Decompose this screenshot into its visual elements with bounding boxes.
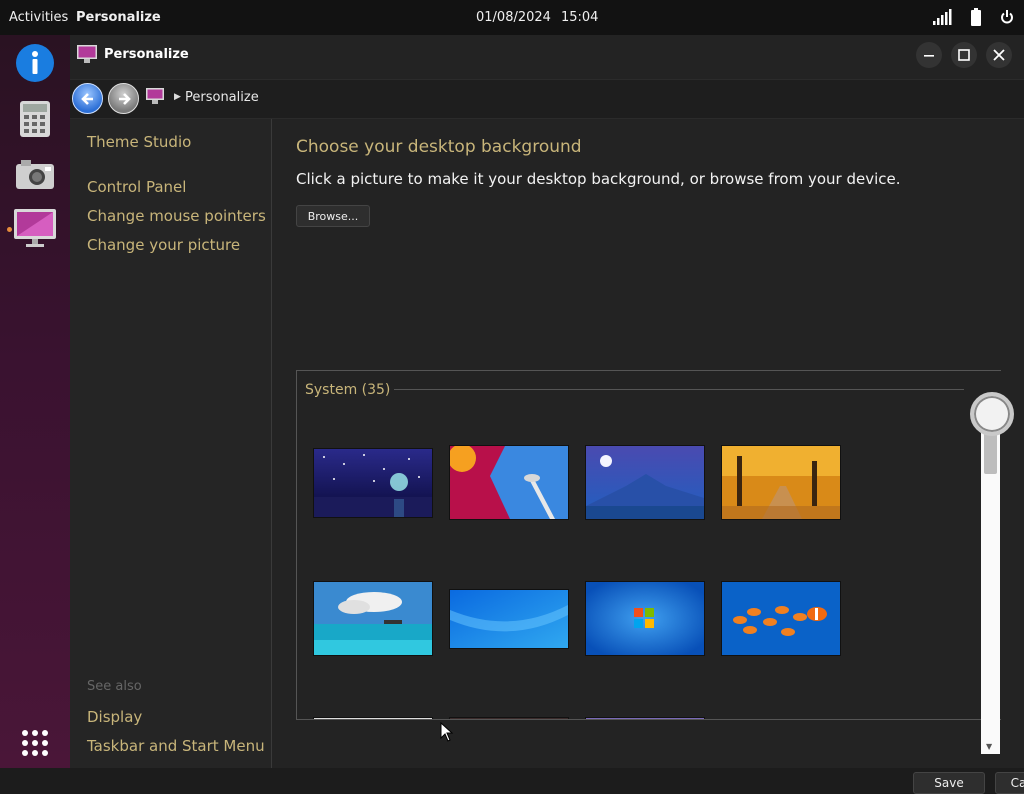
app-menu[interactable]: Personalize bbox=[76, 10, 161, 25]
theme-studio-link[interactable]: Theme Studio bbox=[87, 133, 191, 151]
minimize-button[interactable] bbox=[916, 42, 942, 68]
system-tray[interactable] bbox=[932, 8, 1014, 26]
autumn-road-wallpaper[interactable] bbox=[722, 446, 840, 519]
main-content: Choose your desktop background Click a p… bbox=[273, 119, 1024, 794]
camera-icon bbox=[16, 160, 54, 189]
info-app[interactable] bbox=[13, 41, 57, 85]
group-divider bbox=[394, 389, 964, 390]
scroll-down-icon[interactable]: ▼ bbox=[986, 742, 992, 751]
navigation-bar: ▶ Personalize bbox=[70, 79, 1024, 119]
page-title: Choose your desktop background bbox=[296, 137, 582, 157]
close-button[interactable] bbox=[986, 42, 1012, 68]
dock bbox=[0, 35, 70, 768]
personalize-app[interactable] bbox=[13, 206, 57, 250]
close-icon bbox=[993, 49, 1005, 61]
control-panel-link[interactable]: Control Panel bbox=[87, 178, 186, 196]
clock[interactable]: 01/08/2024 15:04 bbox=[476, 10, 608, 25]
info-icon bbox=[16, 44, 54, 82]
show-apps-button[interactable] bbox=[13, 721, 57, 765]
signal-icon bbox=[933, 9, 952, 25]
goldfish-wallpaper[interactable] bbox=[722, 582, 840, 655]
moon-mountain-wallpaper[interactable] bbox=[586, 446, 704, 519]
breadcrumb-arrow-icon[interactable]: ▶ bbox=[174, 92, 181, 102]
change-mouse-pointers-link[interactable]: Change mouse pointers bbox=[87, 207, 266, 225]
power-icon bbox=[1001, 10, 1013, 24]
personalize-window: Personalize ▶ Personalize Theme Studio C… bbox=[70, 35, 1024, 794]
change-picture-link[interactable]: Change your picture bbox=[87, 236, 240, 254]
date-label: 01/08/2024 bbox=[476, 10, 551, 25]
camera-app[interactable] bbox=[13, 152, 57, 196]
page-subtitle: Click a picture to make it your desktop … bbox=[296, 170, 901, 188]
personalize-icon bbox=[77, 45, 97, 63]
window-title: Personalize bbox=[104, 47, 189, 62]
activities-button[interactable]: Activities bbox=[9, 10, 68, 25]
mouse-cursor-icon bbox=[440, 722, 454, 742]
scrollbar[interactable]: ▼ bbox=[981, 408, 1000, 754]
calculator-app[interactable] bbox=[13, 97, 57, 141]
calculator-icon bbox=[20, 101, 50, 137]
group-label[interactable]: System (35) bbox=[305, 382, 390, 398]
windows-logo-wallpaper[interactable] bbox=[586, 582, 704, 655]
taskbar-start-menu-link[interactable]: Taskbar and Start Menu bbox=[87, 737, 265, 755]
personalize-icon bbox=[146, 88, 164, 104]
forward-button[interactable] bbox=[108, 83, 139, 114]
top-bar: Activities Personalize 01/08/2024 15:04 bbox=[0, 0, 1024, 35]
browse-button[interactable]: Browse... bbox=[296, 205, 370, 227]
space-needle-wallpaper[interactable] bbox=[450, 446, 568, 519]
minimize-icon bbox=[924, 55, 934, 57]
maximize-icon bbox=[958, 49, 970, 61]
personalize-icon bbox=[14, 209, 56, 247]
scroll-handle[interactable] bbox=[970, 392, 1014, 436]
blue-wave-wallpaper[interactable] bbox=[450, 590, 568, 648]
sidebar: Theme Studio Control Panel Change mouse … bbox=[70, 119, 272, 768]
display-link[interactable]: Display bbox=[87, 708, 142, 726]
wallpaper-thumbnail[interactable] bbox=[586, 718, 704, 719]
wallpaper-thumbnail[interactable] bbox=[314, 718, 432, 719]
breadcrumb[interactable]: Personalize bbox=[185, 90, 259, 105]
maximize-button[interactable] bbox=[951, 42, 977, 68]
arrow-left-icon bbox=[80, 92, 93, 105]
cancel-button[interactable]: Cancel bbox=[995, 772, 1024, 794]
wallpaper-gallery: System (35) bbox=[296, 370, 1001, 720]
save-button[interactable]: Save bbox=[913, 772, 985, 794]
wallpaper-thumbnail[interactable] bbox=[450, 718, 568, 719]
night-lake-wallpaper[interactable] bbox=[314, 449, 432, 517]
back-button[interactable] bbox=[72, 83, 103, 114]
apps-grid-icon bbox=[22, 730, 48, 756]
title-bar[interactable]: Personalize bbox=[70, 35, 1024, 79]
see-also-label: See also bbox=[87, 679, 142, 694]
time-label: 15:04 bbox=[560, 10, 599, 25]
battery-icon bbox=[971, 8, 981, 26]
tropical-beach-wallpaper[interactable] bbox=[314, 582, 432, 655]
active-indicator bbox=[7, 227, 12, 232]
arrow-right-icon bbox=[118, 92, 131, 105]
